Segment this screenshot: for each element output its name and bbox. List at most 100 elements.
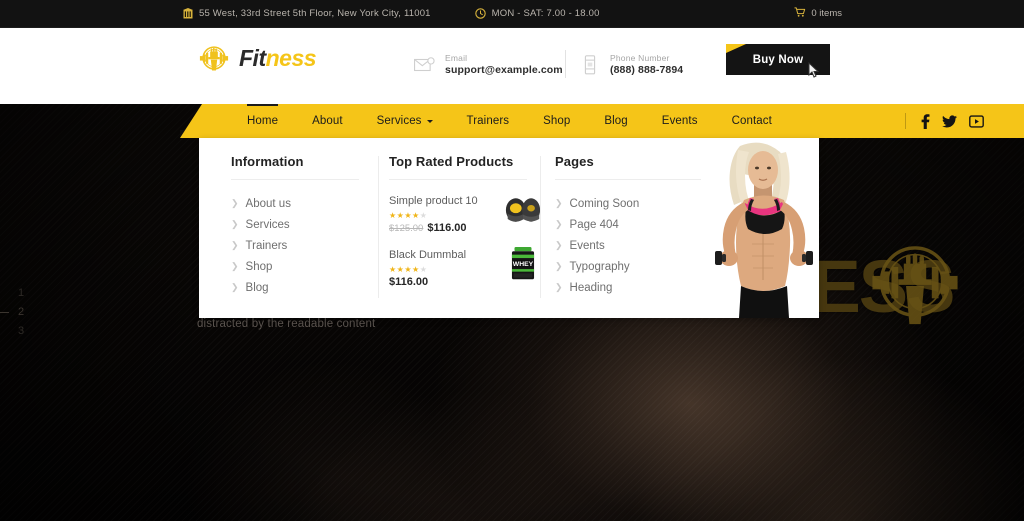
chevron-right-icon: ❯	[555, 282, 563, 292]
product-rating: ★★★★★	[389, 211, 428, 220]
mega-dropdown-panel: Information ❯ About us ❯ Services ❯ Trainer…	[199, 138, 819, 318]
slider-dot-2[interactable]: 2	[0, 303, 32, 322]
mega-promo-image	[709, 138, 819, 318]
top-bar: 55 West, 33rd Street 5th Floor, New York…	[0, 0, 1024, 28]
nav-item-shop[interactable]: Shop	[526, 104, 587, 138]
mega-link-label: Heading	[569, 281, 613, 294]
mega-link-label: Page 404	[569, 218, 619, 231]
mega-link-label: Shop	[245, 260, 273, 273]
mega-link-typography[interactable]: ❯ Typography	[555, 256, 709, 277]
nav-label-home: Home	[247, 115, 279, 127]
product-price-row: $125.00 $116.00	[389, 222, 478, 234]
social-divider	[905, 113, 906, 129]
nav-bar: Home About Services Trainers Shop Blog E…	[180, 104, 1024, 138]
mega-link-about-us[interactable]: ❯ About us	[231, 193, 379, 214]
mega-link-coming-soon[interactable]: ❯ Coming Soon	[555, 193, 709, 214]
mega-products-rule	[389, 179, 527, 180]
chevron-right-icon: ❯	[231, 198, 239, 208]
topbar-cart[interactable]: 0 items	[794, 0, 842, 28]
mega-link-blog[interactable]: ❯ Blog	[231, 277, 379, 298]
nav-label-contact: Contact	[731, 115, 772, 127]
whey-protein-thumb: WHEY	[511, 247, 535, 280]
mega-link-trainers[interactable]: ❯ Trainers	[231, 235, 379, 256]
product-old-price: $125.00	[389, 223, 424, 234]
site-header: Fitness Email support@example.com Phone …	[0, 28, 1024, 104]
nav-item-about[interactable]: About	[295, 104, 360, 138]
nav-label-shop: Shop	[543, 115, 571, 127]
fitness-model-photo	[709, 138, 819, 318]
mobile-phone-icon	[579, 54, 601, 76]
mega-link-label: Services	[245, 218, 290, 231]
topbar-address: 55 West, 33rd Street 5th Floor, New York…	[182, 8, 431, 20]
mega-information-title: Information	[231, 154, 304, 169]
topbar-hours-text: MON - SAT: 7.00 - 18.00	[491, 8, 600, 19]
product-name: Black Dummbal	[389, 249, 467, 261]
mega-link-label: Typography	[569, 260, 630, 273]
shopping-cart-icon	[794, 6, 806, 21]
nav-item-contact[interactable]: Contact	[715, 104, 789, 138]
header-phone-block[interactable]: Phone Number (888) 888-7894	[579, 52, 683, 77]
mega-link-events[interactable]: ❯ Events	[555, 235, 709, 256]
header-divider	[565, 50, 566, 78]
slider-pagination[interactable]: 1 2 3	[0, 284, 32, 341]
youtube-icon[interactable]	[969, 114, 984, 128]
nav-label-about: About	[312, 115, 343, 127]
topbar-hours: MON - SAT: 7.00 - 18.00	[474, 8, 600, 20]
mega-link-page-404[interactable]: ❯ Page 404	[555, 214, 709, 235]
envelope-icon	[414, 54, 436, 76]
mega-column-pages: Pages ❯ Coming Soon ❯ Page 404 ❯ Events ❯ Ty…	[541, 138, 709, 318]
slider-dot-3[interactable]: 3	[10, 322, 32, 341]
slider-dot-1[interactable]: 1	[10, 284, 32, 303]
nav-item-services[interactable]: Services	[360, 104, 450, 138]
mega-column-products: Top Rated Products Simple product 10 ★★★…	[379, 138, 541, 318]
product-name: Simple product 10	[389, 195, 478, 207]
building-icon	[182, 8, 193, 20]
mega-link-services[interactable]: ❯ Services	[231, 214, 379, 235]
hero-caption: distracted by the readable content	[197, 318, 376, 330]
boxing-pads-thumb	[505, 198, 541, 222]
nav-item-trainers[interactable]: Trainers	[450, 104, 527, 138]
header-phone-value: (888) 888-7894	[610, 64, 684, 76]
mega-pages-rule	[555, 179, 701, 180]
header-phone-label: Phone Number	[610, 53, 670, 63]
nav-item-events[interactable]: Events	[645, 104, 715, 138]
chevron-right-icon: ❯	[555, 261, 563, 271]
logo-text-fit: Fit	[239, 44, 266, 71]
chevron-right-icon: ❯	[555, 240, 563, 250]
nav-item-home[interactable]: Home	[230, 104, 295, 138]
mega-information-rule	[231, 179, 359, 180]
clock-icon	[474, 8, 486, 20]
mega-link-heading[interactable]: ❯ Heading	[555, 277, 709, 298]
chevron-right-icon: ❯	[555, 198, 563, 208]
logo-wordmark: Fitness	[239, 44, 317, 72]
main-navigation: Home About Services Trainers Shop Blog E…	[0, 104, 1024, 138]
buy-now-button-fill: Buy Now	[726, 44, 830, 75]
nav-label-trainers: Trainers	[466, 115, 510, 127]
nav-label-blog: Blog	[604, 115, 628, 127]
buy-now-button[interactable]: Buy Now	[726, 44, 830, 75]
mega-products-title: Top Rated Products	[389, 154, 514, 169]
product-item[interactable]: Black Dummbal ★★★★★ $116.00 WHEY	[389, 247, 541, 288]
mega-link-shop[interactable]: ❯ Shop	[231, 256, 379, 277]
mega-column-information: Information ❯ About us ❯ Services ❯ Trainer…	[199, 138, 379, 318]
logo-text-ness: ness	[265, 44, 317, 71]
site-logo[interactable]: Fitness	[198, 42, 317, 74]
chevron-right-icon: ❯	[231, 219, 239, 229]
nav-item-blog[interactable]: Blog	[587, 104, 644, 138]
mega-link-label: Trainers	[245, 239, 288, 252]
watermark-logo-icon	[872, 246, 958, 325]
nav-social-links	[905, 104, 984, 138]
buy-now-label: Buy Now	[752, 53, 804, 66]
header-email-label: Email	[445, 53, 468, 63]
product-item[interactable]: Simple product 10 ★★★★★ $125.00 $116.00	[389, 193, 541, 234]
twitter-icon[interactable]	[942, 114, 957, 128]
chevron-right-icon: ❯	[555, 219, 563, 229]
mega-pages-title: Pages	[555, 154, 594, 169]
chevron-right-icon: ❯	[231, 261, 239, 271]
header-email-block[interactable]: Email support@example.com	[414, 52, 563, 77]
product-price-row: $116.00	[389, 276, 466, 288]
nav-item-list: Home About Services Trainers Shop Blog E…	[230, 104, 789, 138]
facebook-icon[interactable]	[921, 113, 930, 129]
product-current-price: $116.00	[427, 222, 467, 234]
page-root: NESS distracted by the readable content …	[0, 0, 1024, 521]
